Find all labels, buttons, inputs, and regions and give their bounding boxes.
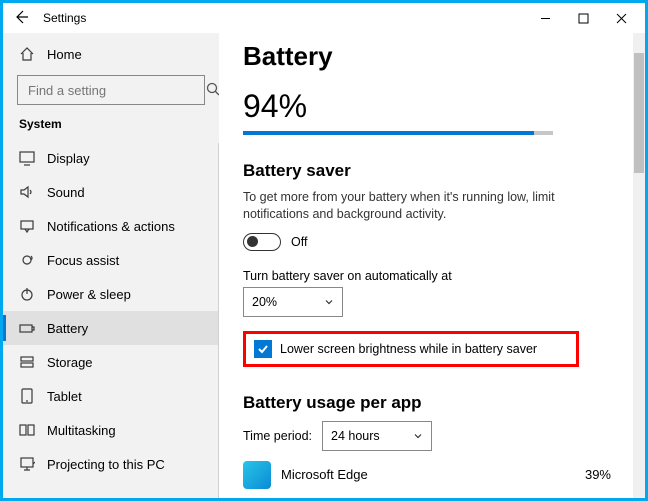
- battery-saver-toggle[interactable]: [243, 233, 281, 251]
- sidebar-item-label: Focus assist: [47, 253, 119, 268]
- battery-percentage: 94%: [243, 88, 621, 125]
- sidebar-item-label: Storage: [47, 355, 93, 370]
- time-period-select[interactable]: 24 hours: [322, 421, 432, 451]
- app-usage-row[interactable]: Microsoft Edge 39%: [243, 461, 621, 489]
- sidebar-item-label: Battery: [47, 321, 88, 336]
- sidebar: Home System Display Sound Notifications & …: [3, 33, 219, 498]
- power-icon: [19, 286, 35, 302]
- sidebar-item-tablet[interactable]: Tablet: [3, 379, 219, 413]
- sidebar-item-label: Sound: [47, 185, 85, 200]
- window-title: Settings: [43, 11, 86, 25]
- sidebar-item-label: Multitasking: [47, 423, 116, 438]
- focus-icon: [19, 252, 35, 268]
- battery-progress: [243, 131, 553, 135]
- close-button[interactable]: [607, 7, 635, 29]
- brightness-label: Lower screen brightness while in battery…: [280, 342, 537, 356]
- sidebar-item-storage[interactable]: Storage: [3, 345, 219, 379]
- sidebar-item-battery[interactable]: Battery: [3, 311, 219, 345]
- edge-icon: [243, 461, 271, 489]
- sidebar-item-label: Projecting to this PC: [47, 457, 165, 472]
- main-content: Battery 94% Battery saver To get more fr…: [219, 33, 645, 498]
- notifications-icon: [19, 218, 35, 234]
- home-nav[interactable]: Home: [3, 37, 219, 71]
- projecting-icon: [19, 456, 35, 472]
- auto-on-select[interactable]: 20%: [243, 287, 343, 317]
- brightness-checkbox-row[interactable]: Lower screen brightness while in battery…: [243, 331, 579, 367]
- battery-icon: [19, 320, 35, 336]
- sound-icon: [19, 184, 35, 200]
- home-icon: [19, 46, 35, 62]
- sidebar-item-display[interactable]: Display: [3, 141, 219, 175]
- battery-saver-desc: To get more from your battery when it's …: [243, 189, 621, 223]
- sidebar-item-label: Tablet: [47, 389, 82, 404]
- app-pct: 39%: [585, 467, 611, 482]
- maximize-button[interactable]: [569, 7, 597, 29]
- usage-heading: Battery usage per app: [243, 393, 621, 413]
- sidebar-item-sound[interactable]: Sound: [3, 175, 219, 209]
- scrollbar[interactable]: [633, 33, 645, 498]
- brightness-checkbox[interactable]: [254, 340, 272, 358]
- minimize-button[interactable]: [531, 7, 559, 29]
- sidebar-item-notifications-actions[interactable]: Notifications & actions: [3, 209, 219, 243]
- sidebar-item-power-sleep[interactable]: Power & sleep: [3, 277, 219, 311]
- sidebar-item-focus-assist[interactable]: Focus assist: [3, 243, 219, 277]
- sidebar-item-multitasking[interactable]: Multitasking: [3, 413, 219, 447]
- battery-saver-heading: Battery saver: [243, 161, 621, 181]
- scrollbar-thumb[interactable]: [634, 53, 644, 173]
- search-field[interactable]: [26, 82, 206, 99]
- back-button[interactable]: [13, 9, 29, 28]
- titlebar: Settings: [3, 3, 645, 33]
- storage-icon: [19, 354, 35, 370]
- search-icon: [206, 82, 219, 99]
- search-input[interactable]: [17, 75, 205, 105]
- app-name: Microsoft Edge: [281, 467, 368, 482]
- sidebar-item-label: Power & sleep: [47, 287, 131, 302]
- section-label: System: [3, 115, 219, 141]
- sidebar-item-label: Display: [47, 151, 90, 166]
- auto-on-label: Turn battery saver on automatically at: [243, 269, 621, 283]
- page-title: Battery: [243, 41, 621, 72]
- display-icon: [19, 150, 35, 166]
- toggle-state-label: Off: [291, 235, 307, 249]
- time-period-value: 24 hours: [331, 429, 380, 443]
- home-label: Home: [47, 47, 82, 62]
- sidebar-item-label: Notifications & actions: [47, 219, 175, 234]
- auto-on-value: 20%: [252, 295, 277, 309]
- tablet-icon: [19, 388, 35, 404]
- time-period-label: Time period:: [243, 429, 312, 443]
- sidebar-item-projecting-to-this-pc[interactable]: Projecting to this PC: [3, 447, 219, 481]
- multitasking-icon: [19, 422, 35, 438]
